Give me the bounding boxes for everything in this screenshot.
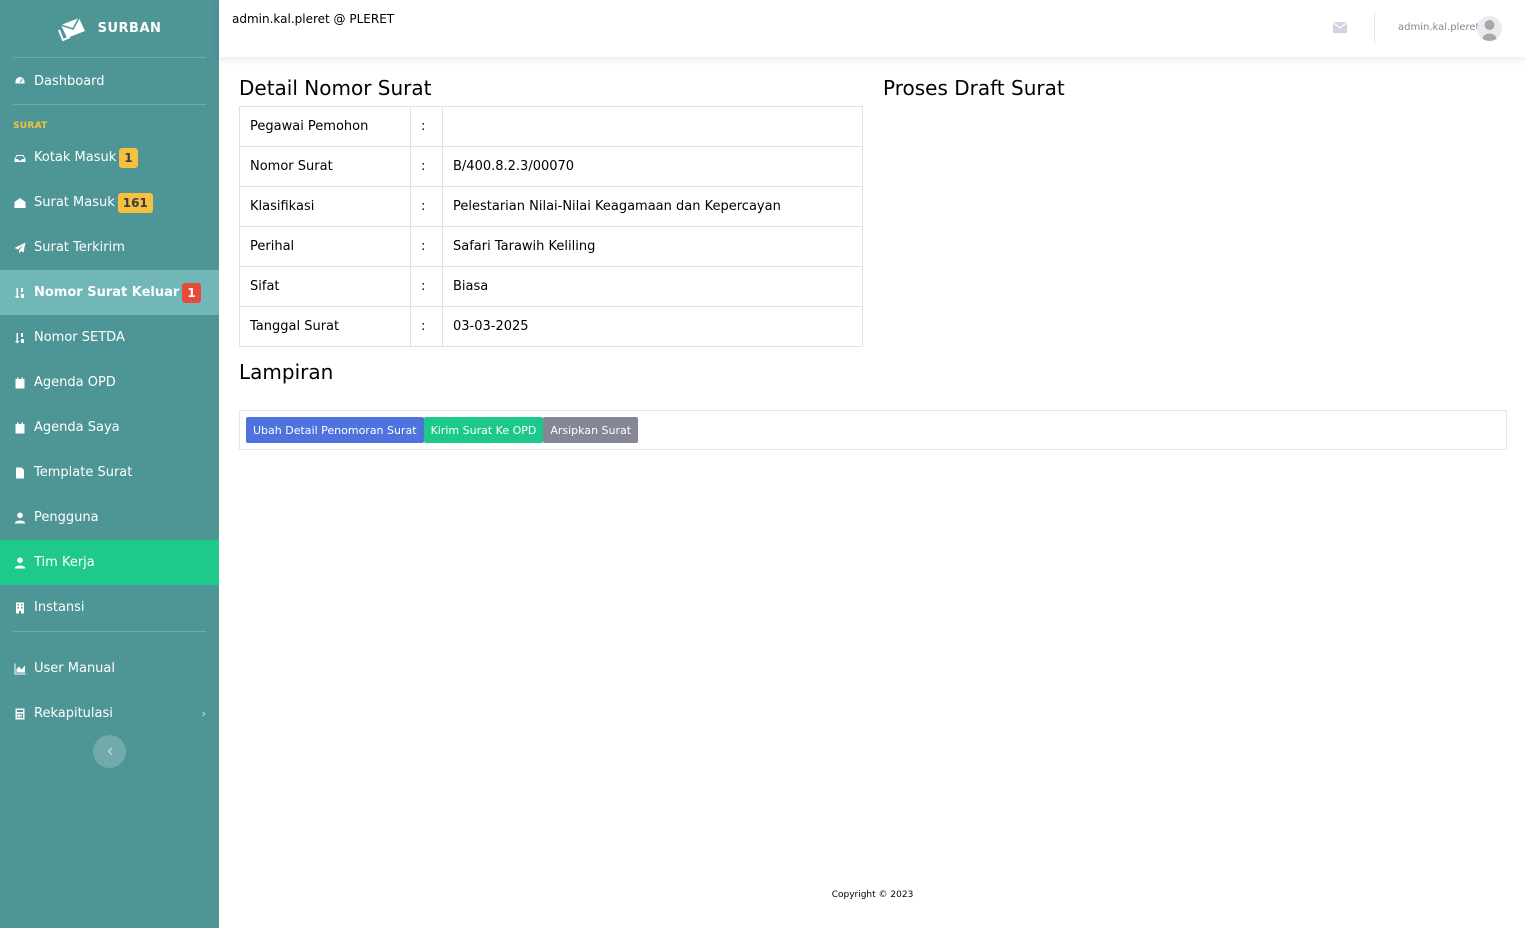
sidebar-item-label: Agenda OPD <box>34 375 116 390</box>
row-value <box>442 106 863 147</box>
send-to-opd-button[interactable]: Kirim Surat Ke OPD <box>423 417 544 443</box>
row-label: Nomor Surat <box>239 146 411 187</box>
sidebar-item-label: Surat Terkirim <box>34 240 125 255</box>
topbar-title: admin.kal.pleret @ PLERET <box>232 12 395 26</box>
sidebar-item-surat-masuk[interactable]: Surat Masuk 161 <box>0 180 219 225</box>
archive-button[interactable]: Arsipkan Surat <box>543 417 639 443</box>
row-label: Tanggal Surat <box>239 306 411 347</box>
sidebar-item-pengguna[interactable]: Pengguna <box>0 495 219 540</box>
sidebar-item-label: Template Surat <box>34 465 133 480</box>
chevron-left-icon <box>107 747 113 756</box>
sidebar-item-agenda-saya[interactable]: Agenda Saya <box>0 405 219 450</box>
tachometer-icon <box>13 75 26 88</box>
sidebar-item-nomor-setda[interactable]: Nomor SETDA <box>0 315 219 360</box>
sidebar-item-rekapitulasi[interactable]: Rekapitulasi › <box>0 691 219 736</box>
sidebar-item-agenda-opd[interactable]: Agenda OPD <box>0 360 219 405</box>
row-value: Safari Tarawih Keliling <box>442 226 863 267</box>
footer-copyright: Copyright © 2023 <box>831 890 914 900</box>
sidebar-item-tim-kerja[interactable]: Tim Kerja <box>0 540 219 585</box>
detail-title: Detail Nomor Surat <box>239 76 432 100</box>
building-icon <box>13 601 26 614</box>
row-colon: : <box>410 226 443 267</box>
topbar: admin.kal.pleret @ PLERET admin.kal.pler… <box>219 0 1526 57</box>
calculator-icon <box>13 707 26 720</box>
row-label: Perihal <box>239 226 411 267</box>
sidebar-toggle-button[interactable] <box>93 735 126 768</box>
table-row: Klasifikasi : Pelestarian Nilai-Nilai Ke… <box>239 186 863 227</box>
sidebar-item-dashboard[interactable]: Dashboard <box>0 58 219 104</box>
calendar-icon <box>13 421 26 434</box>
sidebar-heading-surat: SURAT <box>13 121 48 131</box>
proses-title: Proses Draft Surat <box>883 76 1065 100</box>
sidebar-item-label: Surat Masuk <box>34 195 115 210</box>
row-colon: : <box>410 106 443 147</box>
sidebar-item-surat-terkirim[interactable]: Surat Terkirim <box>0 225 219 270</box>
avatar[interactable] <box>1477 16 1502 41</box>
topbar-divider <box>1374 12 1375 44</box>
sidebar-divider <box>13 104 206 105</box>
sidebar-item-label: Dashboard <box>34 73 105 89</box>
user-avatar-icon <box>1482 20 1497 41</box>
sidebar-item-label: Nomor SETDA <box>34 330 125 345</box>
brand-name: SURBAN <box>97 21 162 36</box>
row-colon: : <box>410 266 443 307</box>
sort-numeric-icon <box>13 331 26 344</box>
inbox-icon <box>13 151 26 164</box>
table-row: Tanggal Surat : 03-03-2025 <box>239 306 863 347</box>
sidebar-item-label: Instansi <box>34 600 85 615</box>
envelope-logo-icon <box>57 17 85 41</box>
row-colon: : <box>410 186 443 227</box>
table-row: Sifat : Biasa <box>239 266 863 307</box>
sort-numeric-icon <box>13 286 26 299</box>
sidebar-item-kotak-masuk[interactable]: Kotak Masuk 1 <box>0 135 219 180</box>
row-value: Biasa <box>442 266 863 307</box>
calendar-icon <box>13 376 26 389</box>
row-value: B/400.8.2.3/00070 <box>442 146 863 187</box>
chevron-right-icon: › <box>201 707 206 720</box>
sidebar-item-label: Pengguna <box>34 510 99 525</box>
sidebar-divider <box>13 631 206 632</box>
detail-table: Pegawai Pemohon : Nomor Surat : B/400.8.… <box>239 106 863 347</box>
count-badge: 161 <box>117 192 153 213</box>
row-label: Sifat <box>239 266 411 307</box>
row-colon: : <box>410 146 443 187</box>
file-icon <box>13 466 26 479</box>
sidebar-item-label: Nomor Surat Keluar <box>34 285 180 300</box>
table-row: Perihal : Safari Tarawih Keliling <box>239 226 863 267</box>
sidebar-item-label: User Manual <box>34 661 116 676</box>
user-icon <box>13 556 26 569</box>
sidebar-item-label: Tim Kerja <box>34 555 95 570</box>
sidebar-item-instansi[interactable]: Instansi <box>0 585 219 630</box>
count-badge: 1 <box>182 282 201 303</box>
envelope-open-icon <box>13 196 26 209</box>
row-value: Pelestarian Nilai-Nilai Keagamaan dan Ke… <box>442 186 863 227</box>
action-bar: Ubah Detail Penomoran Surat Kirim Surat … <box>239 410 1507 450</box>
table-row: Pegawai Pemohon : <box>239 106 863 147</box>
edit-numbering-button[interactable]: Ubah Detail Penomoran Surat <box>246 417 424 443</box>
sidebar-item-label: Kotak Masuk <box>34 150 117 165</box>
user-name[interactable]: admin.kal.pleret <box>1398 22 1479 33</box>
row-label: Pegawai Pemohon <box>239 106 411 147</box>
table-row: Nomor Surat : B/400.8.2.3/00070 <box>239 146 863 187</box>
count-badge: 1 <box>119 147 138 168</box>
chart-area-icon <box>13 662 26 675</box>
sidebar-item-label: Rekapitulasi <box>34 706 113 721</box>
user-icon <box>13 511 26 524</box>
sidebar-item-label: Agenda Saya <box>34 420 120 435</box>
sidebar-item-nomor-surat-keluar[interactable]: Nomor Surat Keluar 1 <box>0 270 219 315</box>
row-value: 03-03-2025 <box>442 306 863 347</box>
sidebar-item-template-surat[interactable]: Template Surat <box>0 450 219 495</box>
brand[interactable]: SURBAN <box>0 0 219 57</box>
envelope-icon[interactable] <box>1333 22 1347 33</box>
lampiran-title: Lampiran <box>239 360 334 384</box>
paper-plane-icon <box>13 241 26 254</box>
sidebar-item-user-manual[interactable]: User Manual <box>0 646 219 691</box>
row-colon: : <box>410 306 443 347</box>
row-label: Klasifikasi <box>239 186 411 227</box>
sidebar: SURBAN Dashboard SURAT Kotak Masuk 1 Sur… <box>0 0 219 928</box>
